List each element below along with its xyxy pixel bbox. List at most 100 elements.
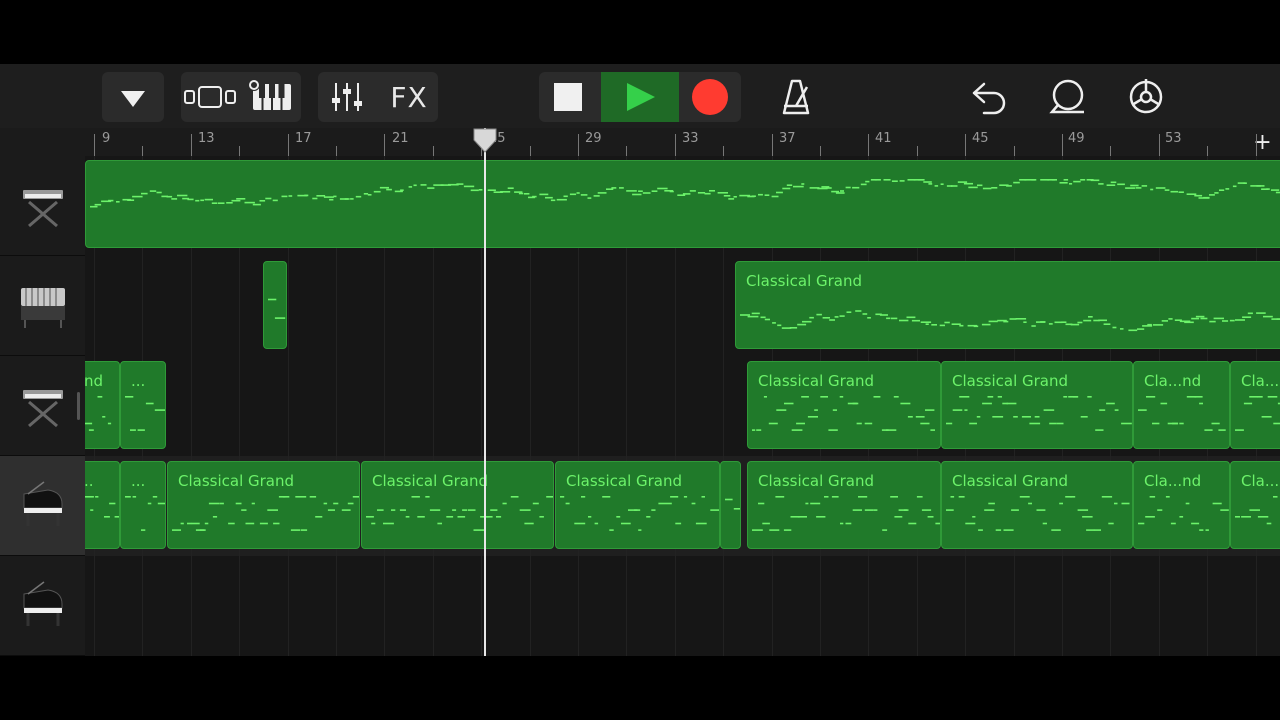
metronome-button[interactable]: [770, 72, 822, 122]
midi-note: [621, 522, 631, 525]
midi-note: [1209, 320, 1216, 323]
region[interactable]: nd: [85, 361, 120, 449]
region-classical-grand[interactable]: Classical Grand: [735, 261, 1280, 349]
track-header-3[interactable]: [0, 356, 85, 456]
region-classical-grand[interactable]: Classical Grand: [361, 461, 554, 549]
region[interactable]: [263, 261, 287, 349]
fx-button[interactable]: FX: [380, 72, 438, 122]
midi-note: [642, 192, 651, 194]
record-button[interactable]: [679, 72, 741, 122]
playhead-handle[interactable]: [472, 128, 498, 154]
midi-note: [616, 516, 621, 518]
midi-note: [487, 189, 496, 191]
midi-note: [490, 509, 498, 511]
midi-note: [1114, 409, 1119, 411]
track-header-5[interactable]: [0, 556, 85, 656]
tracks-area[interactable]: Classical Grand nd ... Classical Grand C…: [85, 156, 1280, 656]
track-resize-handle[interactable]: [77, 392, 80, 420]
midi-note: [1232, 185, 1237, 188]
midi-note: [379, 186, 389, 189]
region[interactable]: ..: [85, 461, 120, 549]
track-header-4[interactable]: [0, 456, 85, 556]
play-icon: [627, 83, 655, 111]
midi-note: [651, 190, 658, 192]
undo-button[interactable]: [962, 72, 1014, 122]
region[interactable]: ...: [120, 461, 166, 549]
ruler-tick: [432, 146, 434, 156]
track-header-2[interactable]: [0, 256, 85, 356]
midi-note: [219, 502, 224, 505]
play-button[interactable]: [601, 72, 679, 122]
track-lane-4[interactable]: .. ... Classical Grand Classical Grand C…: [85, 456, 1280, 558]
grid-line: [287, 256, 289, 356]
midi-note: [514, 191, 523, 193]
region-classical-grand[interactable]: Cla...: [1230, 361, 1280, 449]
track-view-button[interactable]: [181, 72, 239, 122]
add-section-button[interactable]: +: [1245, 128, 1280, 156]
midi-note: [1204, 429, 1213, 431]
midi-note: [1150, 188, 1154, 191]
grid-line: [336, 556, 337, 656]
midi-note: [1112, 326, 1117, 329]
midi-note: [856, 422, 862, 425]
keyboard-browser-button[interactable]: [243, 72, 301, 122]
track-lane-1[interactable]: [85, 156, 1280, 258]
track-lane-3[interactable]: nd ... Classical Grand Classical Grand C…: [85, 356, 1280, 458]
midi-note: [580, 194, 588, 196]
midi-note: [1149, 496, 1156, 498]
region-classical-grand[interactable]: Classical Grand: [941, 361, 1133, 449]
grid-line: [626, 356, 628, 456]
midi-note: [1135, 187, 1142, 189]
midi-note: [104, 516, 110, 518]
region-classical-grand[interactable]: Classical Grand: [747, 361, 941, 449]
view-controls-group: [181, 72, 301, 122]
midi-note: [1080, 416, 1088, 418]
region[interactable]: [85, 160, 1280, 248]
midi-note: [1106, 184, 1116, 186]
settings-button[interactable]: [1120, 72, 1172, 122]
midi-note: [231, 199, 241, 202]
midi-note: [315, 516, 323, 518]
midi-note: [1146, 396, 1156, 398]
midi-note: [1061, 321, 1067, 323]
midi-note: [1015, 318, 1027, 320]
midi-note: [825, 187, 832, 189]
track-lane-2[interactable]: Classical Grand: [85, 256, 1280, 358]
region-classical-grand[interactable]: Cla...nd: [1133, 461, 1230, 549]
region-classical-grand[interactable]: Cla...nd: [1133, 361, 1230, 449]
midi-note: [959, 396, 970, 398]
mixer-button[interactable]: [318, 72, 376, 122]
region-classical-grand[interactable]: Classical Grand: [167, 461, 360, 549]
region-classical-grand[interactable]: Classical Grand: [941, 461, 1133, 549]
grid-line: [771, 556, 773, 656]
region-classical-grand[interactable]: Classical Grand: [747, 461, 941, 549]
midi-note: [923, 181, 932, 183]
stop-button[interactable]: [539, 72, 601, 122]
midi-note: [802, 320, 812, 323]
midi-note: [1117, 183, 1125, 186]
region[interactable]: [720, 461, 741, 549]
midi-note: [978, 529, 983, 531]
bar-ruler[interactable]: 9 13 17 21 25 29 33 37 41 45 49 53 +: [85, 128, 1280, 157]
midi-note: [94, 203, 102, 206]
midi-note: [760, 316, 766, 319]
midi-note: [769, 529, 780, 531]
triangle-down-icon: [121, 91, 145, 107]
midi-note: [969, 422, 977, 425]
metronome-icon: [782, 79, 810, 115]
region-classical-grand[interactable]: Cla...: [1230, 461, 1280, 549]
playhead-line[interactable]: [484, 128, 486, 656]
midi-note: [1121, 422, 1132, 425]
track-lane-5[interactable]: [85, 556, 1280, 656]
ruler-tick: [190, 134, 192, 156]
mixer-sliders-icon: [332, 83, 362, 111]
tracks-menu-button[interactable]: [102, 72, 164, 122]
track-header-1[interactable]: [0, 156, 85, 256]
region-classical-grand[interactable]: Classical Grand: [555, 461, 720, 549]
grid-line: [94, 556, 95, 656]
region[interactable]: ...: [120, 361, 166, 449]
midi-note: [235, 502, 242, 505]
loop-browser-button[interactable]: [1042, 72, 1094, 122]
midi-note: [793, 185, 804, 188]
grid-line: [965, 556, 967, 656]
